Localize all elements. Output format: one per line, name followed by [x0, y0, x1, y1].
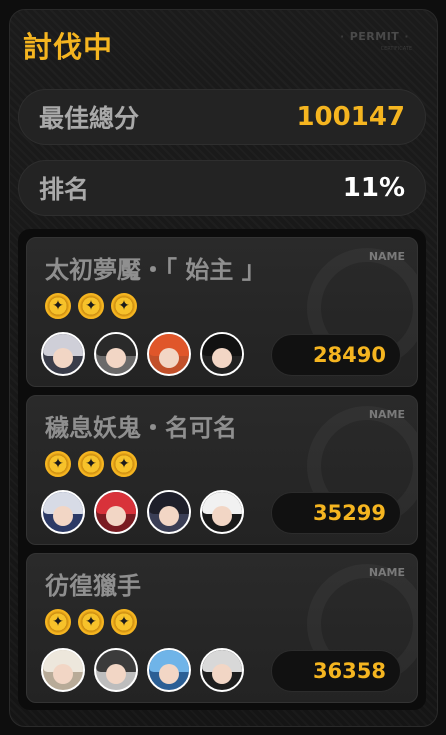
agent-8-avatar: [94, 648, 138, 692]
star-rating-icon: ✦: [45, 293, 71, 319]
bangboo-3-avatar: [200, 648, 244, 692]
boss-name: 彷徨獵手: [45, 572, 141, 600]
boss-card[interactable]: 穢息妖鬼・名可名 NAME ✦ ✦ ✦ 35299: [26, 395, 418, 545]
name-tag: NAME: [368, 250, 405, 263]
boss-name: 穢息妖鬼・名可名: [45, 414, 237, 442]
star-rating-icon: ✦: [111, 293, 137, 319]
rank-pill: 排名 11%: [18, 160, 426, 216]
star-rating-icon: ✦: [78, 293, 104, 319]
agent-5-avatar: [94, 490, 138, 534]
rating-stars: ✦ ✦ ✦: [45, 293, 137, 319]
agent-9-avatar: [147, 648, 191, 692]
name-tag: NAME: [368, 566, 405, 579]
agent-7-avatar: [41, 648, 85, 692]
star-rating-icon: ✦: [45, 451, 71, 477]
bangboo-2-avatar: [200, 490, 244, 534]
bangboo-1-avatar: [200, 332, 244, 376]
permit-sub-label: CERTIFICATE: [380, 46, 412, 52]
boss-score: 36358: [271, 650, 401, 692]
star-rating-icon: ✦: [78, 609, 104, 635]
best-total-value: 100147: [296, 102, 405, 132]
best-total-label: 最佳總分: [39, 104, 140, 133]
best-total-pill: 最佳總分 100147: [18, 89, 426, 145]
rank-value: 11%: [342, 173, 405, 203]
team-avatars: [41, 648, 244, 692]
star-rating-icon: ✦: [111, 451, 137, 477]
permit-label: PERMIT: [335, 30, 414, 43]
rating-stars: ✦ ✦ ✦: [45, 609, 137, 635]
boss-card[interactable]: 彷徨獵手 NAME ✦ ✦ ✦ 36358: [26, 553, 418, 703]
rank-label: 排名: [39, 175, 90, 204]
star-rating-icon: ✦: [111, 609, 137, 635]
agent-3-avatar: [147, 332, 191, 376]
rating-stars: ✦ ✦ ✦: [45, 451, 137, 477]
boss-score: 28490: [271, 334, 401, 376]
boss-score: 35299: [271, 492, 401, 534]
page-title: 討伐中: [23, 30, 114, 64]
agent-4-avatar: [41, 490, 85, 534]
agent-6-avatar: [147, 490, 191, 534]
star-rating-icon: ✦: [45, 609, 71, 635]
team-avatars: [41, 490, 244, 534]
name-tag: NAME: [368, 408, 405, 421]
star-rating-icon: ✦: [78, 451, 104, 477]
boss-name: 太初夢魘・「 始主 」: [45, 256, 266, 284]
agent-1-avatar: [41, 332, 85, 376]
boss-card[interactable]: 太初夢魘・「 始主 」 NAME ✦ ✦ ✦ 28490: [26, 237, 418, 387]
team-avatars: [41, 332, 244, 376]
agent-2-avatar: [94, 332, 138, 376]
